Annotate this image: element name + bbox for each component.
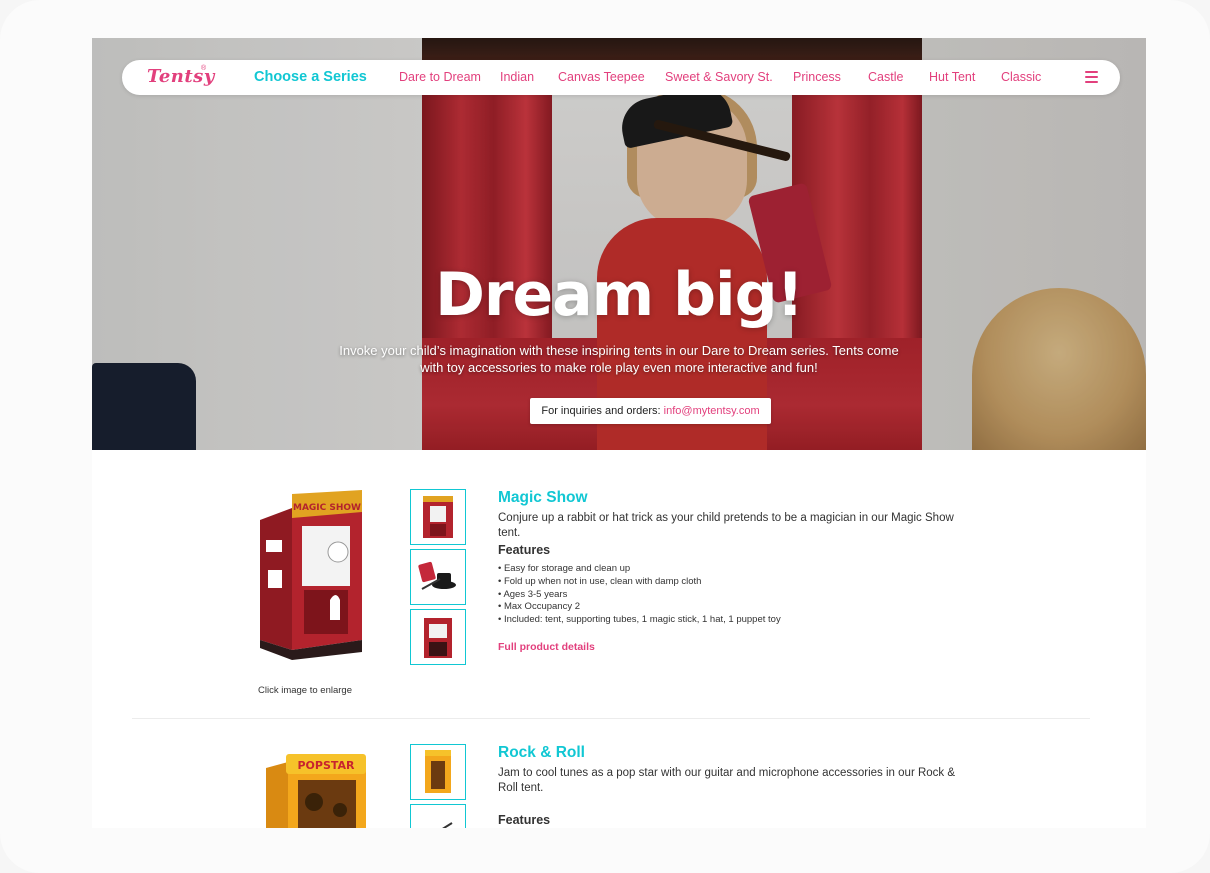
hamburger-menu-icon[interactable] (1085, 71, 1098, 83)
nav-link-hut-tent[interactable]: Hut Tent (929, 70, 975, 84)
inquiry-box: For inquiries and orders: info@mytentsy.… (530, 398, 771, 424)
nav-link-sweet-savory[interactable]: Sweet & Savory St. (665, 70, 773, 84)
choose-a-series-label[interactable]: Choose a Series (254, 69, 367, 85)
click-to-enlarge-hint: Click image to enlarge (258, 685, 352, 696)
nav-link-dare-to-dream[interactable]: Dare to Dream (399, 70, 481, 84)
product-title[interactable]: Magic Show (498, 489, 588, 507)
product-rock-and-roll: POPSTAR Rock & Roll Jam to cool tunes as… (92, 728, 1146, 828)
rock-and-roll-tent-image[interactable]: POPSTAR (262, 754, 372, 828)
hero-banner: Tentsy ® Choose a Series Dare to Dream I… (92, 38, 1146, 450)
feature-item: • Fold up when not in use, clean with da… (498, 575, 702, 587)
guitar-accessory-icon (442, 822, 453, 828)
feature-list: • Easy for storage and clean up • Fold u… (498, 563, 781, 627)
full-product-details-link[interactable]: Full product details (498, 641, 595, 653)
magic-show-thumb-1[interactable] (410, 489, 466, 545)
features-heading: Features (498, 543, 551, 557)
features-heading: Features (498, 813, 551, 827)
magic-show-tent-image[interactable]: MAGIC SHOW (252, 490, 368, 660)
hero-overlay (92, 38, 1146, 450)
hat-wand-accessories-icon (418, 561, 456, 590)
rock-and-roll-thumb-1[interactable] (410, 744, 466, 800)
rock-and-roll-thumb-2[interactable] (410, 804, 466, 828)
product-title[interactable]: Rock & Roll (498, 744, 585, 762)
magic-show-tent-sign: MAGIC SHOW (293, 503, 361, 513)
inquiry-email-link[interactable]: info@mytentsy.com (664, 405, 760, 417)
hero-title: Dream big! (435, 260, 804, 330)
nav-link-princess[interactable]: Princess (793, 70, 841, 84)
magic-show-thumb-3[interactable] (410, 609, 466, 665)
inquiry-label: For inquiries and orders: (541, 405, 661, 417)
tent-thumbnail-icon (425, 750, 451, 793)
nav-link-indian[interactable]: Indian (500, 70, 534, 84)
section-divider (132, 718, 1090, 719)
nav-link-castle[interactable]: Castle (868, 70, 903, 84)
registered-mark: ® (201, 65, 207, 72)
feature-item: • Easy for storage and clean up (498, 563, 631, 574)
product-description: Jam to cool tunes as a pop star with our… (498, 767, 956, 794)
rock-and-roll-tent-sign: POPSTAR (297, 759, 355, 772)
feature-item: • Max Occupancy 2 (498, 601, 580, 613)
feature-item: • Included: tent, supporting tubes, 1 ma… (498, 614, 781, 626)
tent-thumbnail-icon (423, 496, 453, 538)
top-nav-bar: Tentsy ® Choose a Series Dare to Dream I… (122, 60, 1120, 95)
magic-show-thumb-2[interactable] (410, 549, 466, 605)
nav-link-classic[interactable]: Classic (1001, 70, 1041, 84)
nav-link-canvas-teepee[interactable]: Canvas Teepee (558, 70, 645, 84)
product-description: Conjure up a rabbit or hat trick as your… (498, 512, 954, 539)
hero-subtitle: Invoke your child’s imagination with the… (339, 343, 899, 375)
tent-front-thumbnail-icon (424, 618, 452, 658)
web-page: Tentsy ® Choose a Series Dare to Dream I… (92, 38, 1146, 828)
feature-item: • Ages 3-5 years (498, 588, 568, 600)
product-magic-show: MAGIC SHOW Magic Show Conjure up a rabbi… (92, 450, 1146, 720)
